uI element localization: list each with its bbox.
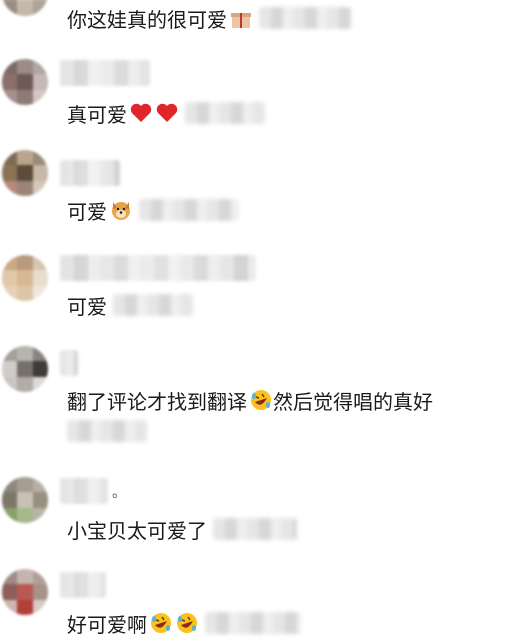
timestamp-redacted — [185, 102, 265, 124]
red-heart-icon — [155, 101, 179, 125]
comment-text: 翻了评论才找到翻译 — [67, 389, 247, 414]
avatar[interactable] — [2, 346, 48, 392]
username-redacted[interactable] — [60, 160, 120, 186]
timestamp-redacted — [113, 294, 193, 316]
timestamp-redacted — [67, 420, 147, 442]
red-heart-icon — [129, 101, 153, 125]
comment-text: 你这娃真的很可爱 — [67, 7, 227, 32]
timestamp-redacted — [259, 7, 351, 29]
comment-text: 可爱 — [67, 294, 107, 319]
avatar[interactable] — [2, 255, 48, 301]
comment-text: 好可爱啊 — [67, 612, 147, 637]
username-redacted[interactable] — [60, 478, 108, 504]
gift-icon — [229, 6, 253, 30]
username-suffix: 。 — [112, 485, 126, 501]
timestamp-redacted — [213, 518, 297, 540]
avatar[interactable] — [2, 0, 48, 16]
rolling-laugh-icon — [175, 611, 199, 635]
timestamp-redacted — [139, 199, 239, 221]
username-redacted[interactable] — [60, 60, 150, 86]
rolling-laugh-icon — [149, 611, 173, 635]
dog-face-icon — [109, 198, 133, 222]
username-redacted[interactable] — [60, 572, 106, 598]
comment-text-continued: 然后觉得唱的真好 — [273, 389, 433, 414]
rolling-laugh-icon — [249, 388, 273, 412]
comment-text: 可爱 — [67, 199, 107, 224]
username-redacted[interactable] — [60, 255, 256, 281]
username-redacted[interactable] — [60, 350, 78, 376]
avatar[interactable] — [2, 569, 48, 615]
avatar[interactable] — [2, 59, 48, 105]
avatar[interactable] — [2, 477, 48, 523]
comment-text: 小宝贝太可爱了 — [67, 518, 207, 543]
timestamp-redacted — [205, 612, 301, 634]
comment-text: 真可爱 — [67, 102, 127, 127]
avatar[interactable] — [2, 150, 48, 196]
